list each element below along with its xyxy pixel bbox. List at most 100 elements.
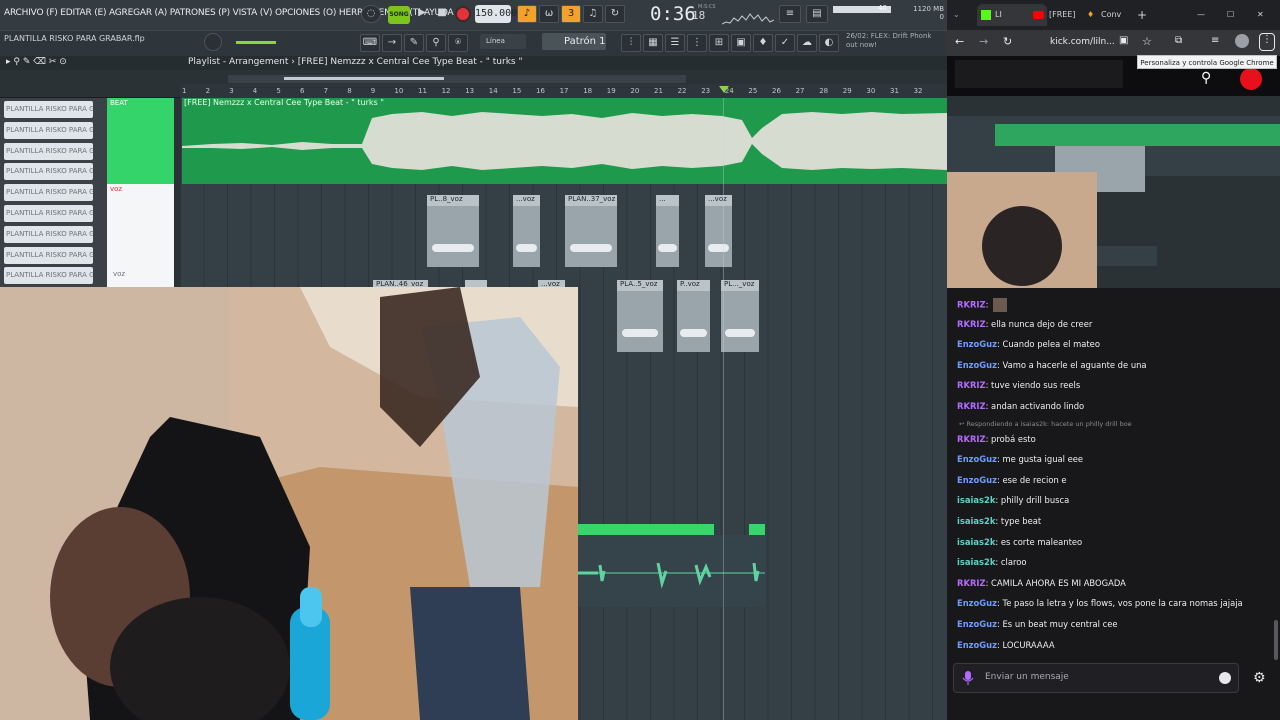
chat-username[interactable]: EnzoGuz xyxy=(957,360,997,370)
record-button[interactable] xyxy=(455,6,471,22)
arrow-icon[interactable]: → xyxy=(382,34,402,52)
piano-roll-icon[interactable]: ▦ xyxy=(643,34,663,52)
chat-username[interactable]: RKRIZ xyxy=(957,578,986,588)
wait-input-icon[interactable]: ω xyxy=(539,5,559,23)
pattern-selector[interactable]: Patrón 1 xyxy=(542,33,606,50)
chat-settings-icon[interactable]: ⚙ xyxy=(1253,670,1266,686)
loop-record-icon[interactable]: ↻ xyxy=(605,5,625,23)
maximize-icon[interactable]: ☐ xyxy=(1227,4,1241,26)
link-icon[interactable]: ⚲ xyxy=(426,34,446,52)
reload-icon[interactable]: ↻ xyxy=(1003,35,1012,48)
chat-username[interactable]: isaias2k xyxy=(957,557,995,567)
close-window-icon[interactable]: ✕ xyxy=(1257,4,1271,26)
reply-reference[interactable]: ↩ Respondiendo a isaias2k: hacete un phi… xyxy=(959,420,1132,428)
song-mode-toggle[interactable]: SONG xyxy=(388,6,410,24)
pattern-song-knob[interactable]: ◌ xyxy=(361,5,381,23)
channel-button[interactable]: PLANTILLA RISKO PARA GR... xyxy=(4,225,93,243)
chat-username[interactable]: isaias2k xyxy=(957,495,995,505)
chat-username[interactable]: EnzoGuz xyxy=(957,475,997,485)
chat-username[interactable]: RKRIZ xyxy=(957,434,986,444)
tab-search-icon[interactable]: ⌄ xyxy=(953,4,971,26)
voz-audio-clip[interactable]: ...voz xyxy=(705,195,732,267)
lower-clip-header[interactable] xyxy=(578,524,714,535)
channel-button[interactable]: PLANTILLA RISKO PARA GR... xyxy=(4,184,93,202)
master-volume-slider[interactable] xyxy=(236,41,276,44)
tab-youtube[interactable]: [FREE] xyxy=(1033,4,1093,26)
track-header-voz[interactable]: voz xyxy=(107,184,174,268)
mic-icon[interactable] xyxy=(961,670,975,686)
channel-button[interactable]: PLANTILLA RISKO PARA GR... xyxy=(4,246,93,264)
scrollbar-thumb[interactable] xyxy=(284,77,444,80)
blend-notes-icon[interactable]: ♫ xyxy=(583,5,603,23)
chat-username[interactable]: RKRIZ xyxy=(957,300,986,310)
chat-input-placeholder[interactable]: Enviar un mensaje xyxy=(985,672,1069,682)
chat-username[interactable]: isaias2k xyxy=(957,537,995,547)
channel-button[interactable]: PLANTILLA RISKO PARA GR... xyxy=(4,267,93,285)
voz-audio-clip[interactable]: PLAN..37_voz xyxy=(565,195,617,267)
chat-username[interactable]: RKRIZ xyxy=(957,401,986,411)
lower-clip-waveform[interactable] xyxy=(578,535,765,607)
browser-icon[interactable]: ⊞ xyxy=(709,34,729,52)
emote-icon[interactable] xyxy=(1219,672,1231,684)
metronome-icon[interactable]: ♪ xyxy=(517,5,537,23)
typing-keyboard-icon[interactable]: ⌨ xyxy=(360,34,380,52)
extensions-icon[interactable]: ⧉ xyxy=(1175,35,1182,46)
voz-audio-clip[interactable]: PLA..5_voz xyxy=(617,280,663,352)
media-control-icon[interactable]: ≡ xyxy=(1211,35,1219,46)
lower-clip-header-small[interactable] xyxy=(749,524,765,535)
master-pitch-knob[interactable] xyxy=(204,33,222,51)
countdown-icon[interactable]: 3 xyxy=(561,5,581,23)
snap-mode-select[interactable]: Línea xyxy=(480,34,526,49)
chat-username[interactable]: RKRIZ xyxy=(957,319,986,329)
voz-audio-clip[interactable]: ...voz xyxy=(513,195,540,267)
chat-username[interactable]: EnzoGuz xyxy=(957,619,997,629)
chat-username[interactable]: RKRIZ xyxy=(957,380,986,390)
chat-username[interactable]: EnzoGuz xyxy=(957,339,997,349)
voz-audio-clip[interactable]: PL..._voz xyxy=(721,280,759,352)
fl-menu-items[interactable]: ARCHIVO (F) EDITAR (E) AGREGAR (A) PATRO… xyxy=(4,8,454,18)
chrome-menu-icon[interactable]: ⋮ xyxy=(1259,33,1275,51)
channel-button[interactable]: PLANTILLA RISKO PARA GR... xyxy=(4,101,93,118)
back-icon[interactable]: ← xyxy=(955,35,964,48)
search-icon[interactable]: ⚲ xyxy=(1201,70,1217,86)
chat-username[interactable]: EnzoGuz xyxy=(957,454,997,464)
chat-username[interactable]: EnzoGuz xyxy=(957,598,997,608)
track-header-beat[interactable]: BEAT xyxy=(107,98,174,184)
kick-stream-player[interactable] xyxy=(947,56,1280,288)
chat-username[interactable]: EnzoGuz xyxy=(957,640,997,650)
voz-audio-clip[interactable]: P..voz xyxy=(677,280,710,352)
stamp-icon[interactable]: ⍟ xyxy=(448,34,468,52)
play-icon[interactable]: ▶ xyxy=(412,5,432,23)
mixer-icon[interactable]: ⫶ xyxy=(621,34,641,52)
address-bar[interactable]: kick.com/liln... xyxy=(1026,33,1146,51)
script-output-icon[interactable]: ✓ xyxy=(775,34,795,52)
channel-button[interactable]: PLANTILLA RISKO PARA GR... xyxy=(4,142,93,160)
new-tab-icon[interactable]: + xyxy=(1137,4,1151,26)
tempo-display[interactable]: 150.000 xyxy=(475,5,517,23)
track-header-voz-2[interactable]: voz xyxy=(107,268,174,288)
chat-username[interactable]: isaias2k xyxy=(957,516,995,526)
chat-scrollbar[interactable] xyxy=(1274,620,1278,660)
channel-button[interactable]: PLANTILLA RISKO PARA GR... xyxy=(4,205,93,222)
voz-audio-clip[interactable]: ... xyxy=(656,195,679,267)
beat-audio-clip[interactable] xyxy=(182,98,947,184)
voz-audio-clip[interactable]: PL..8_voz xyxy=(427,195,479,267)
playlist-tools-icon[interactable]: ▸ ⚲ ✎ ⌫ ✂ ⊙ xyxy=(6,57,67,67)
playlist-icon[interactable]: ⋮ xyxy=(687,34,707,52)
tempo-tapper-icon[interactable]: ◐ xyxy=(819,34,839,52)
channel-button[interactable]: PLANTILLA RISKO PARA GR... xyxy=(4,163,93,181)
fl-cloud-icon[interactable]: ☁ xyxy=(797,34,817,52)
playhead-marker[interactable] xyxy=(719,86,729,93)
touch-controller-icon[interactable]: ♦ xyxy=(753,34,773,52)
chat-message: RKRIZ: tuve viendo sus reels xyxy=(957,380,1080,390)
step-edit-icon[interactable]: ✎ xyxy=(404,34,424,52)
plugin-picker-icon[interactable]: ▣ xyxy=(731,34,751,52)
stop-icon[interactable]: ■ xyxy=(432,5,452,23)
channel-rack-icon[interactable]: ☰ xyxy=(665,34,685,52)
profile-avatar[interactable] xyxy=(1235,34,1249,48)
news-ticker[interactable]: 26/02: FLEX: Drift Phonk out now! xyxy=(846,32,936,50)
forward-icon[interactable]: → xyxy=(979,35,988,48)
minimize-icon[interactable]: — xyxy=(1197,4,1211,26)
channel-button[interactable]: PLANTILLA RISKO PARA GR... xyxy=(4,121,93,139)
ruler-bar-number: 28 xyxy=(819,87,829,95)
